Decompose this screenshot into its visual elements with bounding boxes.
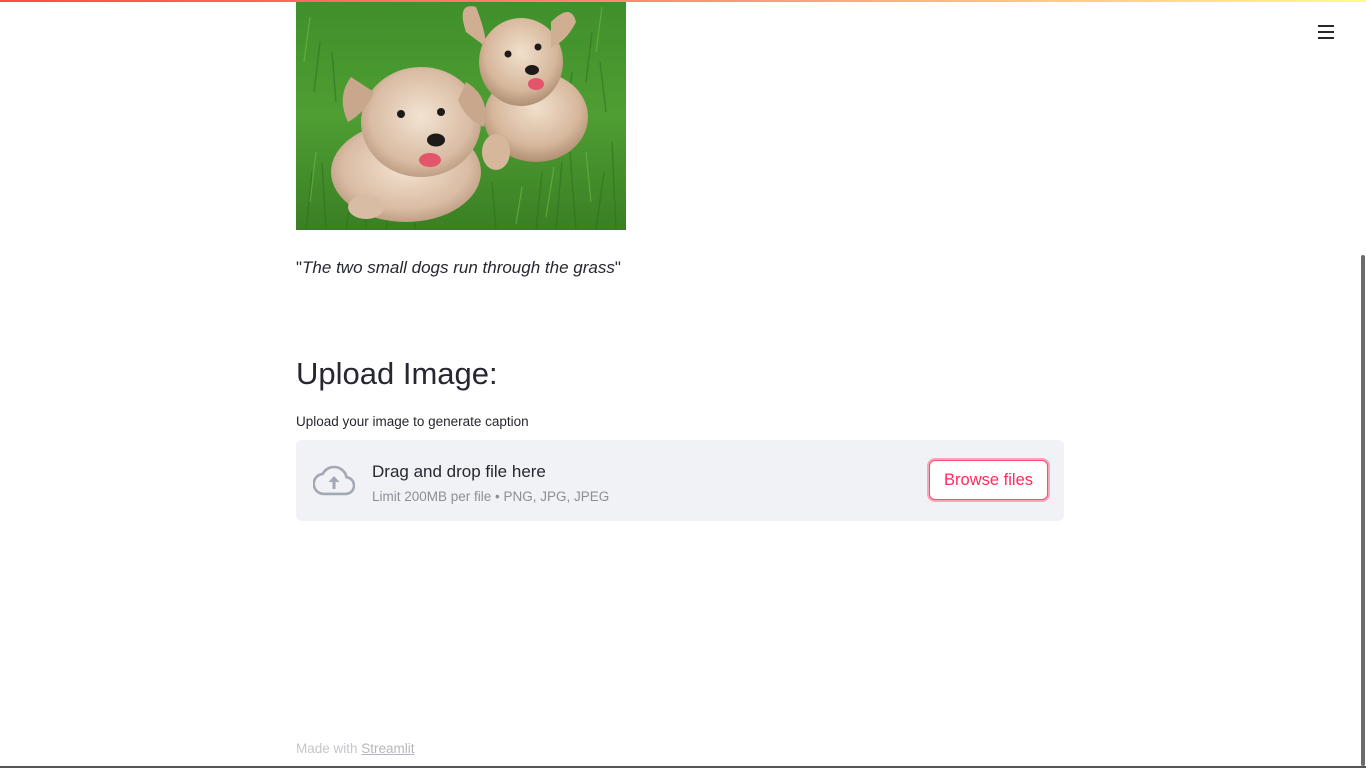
scrollbar[interactable] xyxy=(1360,0,1366,768)
streamlit-link[interactable]: Streamlit xyxy=(361,741,414,756)
dropzone-title: Drag and drop file here xyxy=(372,462,546,481)
cloud-upload-icon xyxy=(313,465,355,496)
dropzone-limit: Limit 200MB per file • PNG, JPG, JPEG xyxy=(372,489,610,504)
browse-files-button[interactable]: Browse files xyxy=(929,460,1048,500)
file-dropzone[interactable]: Drag and drop file here Limit 200MB per … xyxy=(296,440,1064,521)
caption-close-quote: " xyxy=(614,258,621,277)
scrollbar-thumb[interactable] xyxy=(1361,255,1365,766)
upload-label: Upload your image to generate caption xyxy=(296,414,529,429)
upload-heading: Upload Image: xyxy=(296,356,498,391)
footer-prefix: Made with xyxy=(296,741,362,756)
result-image xyxy=(296,2,626,230)
hamburger-menu-icon[interactable] xyxy=(1316,22,1336,42)
dog-photo xyxy=(296,2,626,230)
footer: Made with Streamlit xyxy=(296,741,415,756)
generated-caption: "The two small dogs run through the gras… xyxy=(296,258,621,278)
caption-text: The two small dogs run through the grass xyxy=(302,258,615,277)
top-decoration-bar xyxy=(0,0,1366,2)
